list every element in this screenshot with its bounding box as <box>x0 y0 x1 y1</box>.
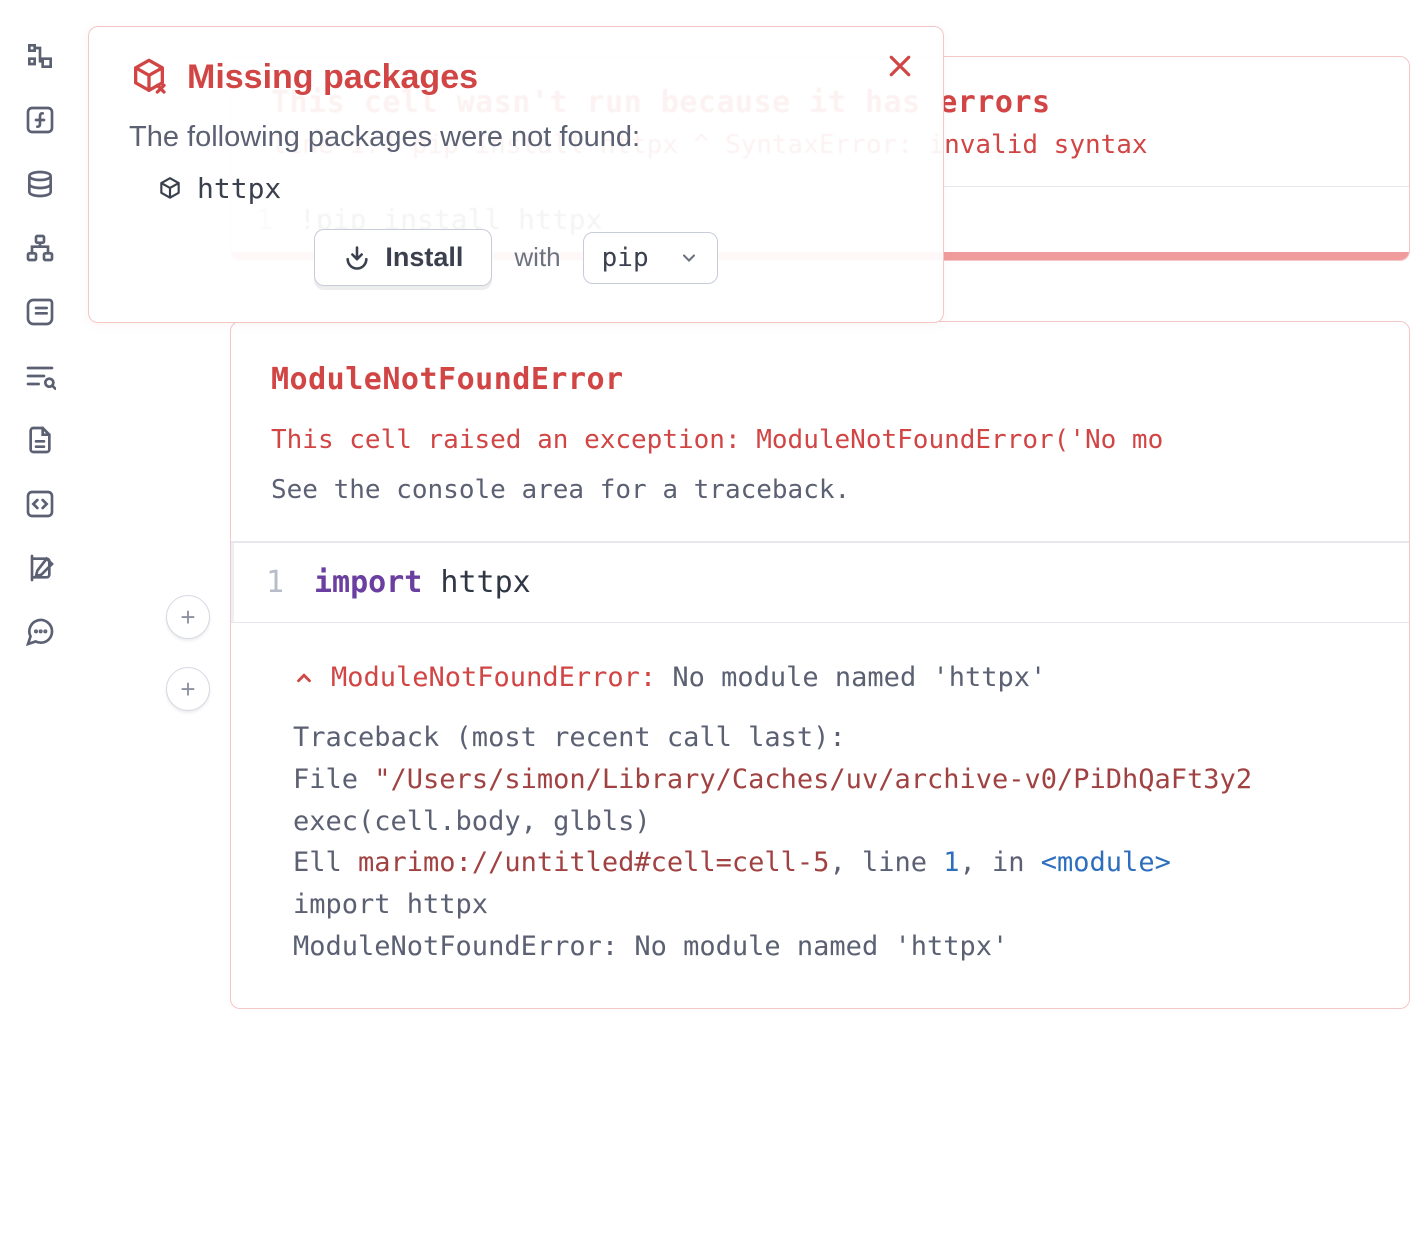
modal-title: Missing packages <box>187 58 478 97</box>
graph-icon[interactable] <box>22 230 58 266</box>
installer-select[interactable]: pip <box>583 232 718 284</box>
package-item: httpx <box>157 172 903 205</box>
cell2-error-title: ModuleNotFoundError <box>271 362 1369 397</box>
install-button[interactable]: Install <box>314 229 492 286</box>
cell2-code-row[interactable]: 1 import httpx <box>231 543 1409 622</box>
add-cell-above-button[interactable]: + <box>166 595 210 639</box>
cell-module-error: ModuleNotFoundError This cell raised an … <box>230 321 1410 1009</box>
code-text: httpx <box>422 565 530 600</box>
missing-packages-modal: Missing packages The following packages … <box>88 26 944 323</box>
document-icon[interactable] <box>22 422 58 458</box>
modal-actions: Install with pip <box>129 229 903 286</box>
error-detail: No module named 'httpx' <box>656 662 1046 693</box>
with-label: with <box>514 242 560 273</box>
function-icon[interactable] <box>22 102 58 138</box>
keyword: import <box>314 565 422 600</box>
scroll-icon[interactable] <box>22 294 58 330</box>
tb-final: ModuleNotFoundError: No module named 'ht… <box>293 926 1369 968</box>
error-name: ModuleNotFoundError: <box>331 662 656 693</box>
line-number: 1 <box>264 565 284 600</box>
package-icon <box>157 176 183 202</box>
tb-import: import httpx <box>293 884 1369 926</box>
scratchpad-icon[interactable] <box>22 550 58 586</box>
cell2-error-hint: See the console area for a traceback. <box>231 463 1409 541</box>
tree-icon[interactable] <box>22 38 58 74</box>
modal-subtitle: The following packages were not found: <box>129 121 903 154</box>
installer-selected: pip <box>602 243 649 273</box>
close-button[interactable] <box>885 51 915 81</box>
add-cell-buttons: + + <box>166 595 210 711</box>
traceback: ModuleNotFoundError: No module named 'ht… <box>231 623 1409 1008</box>
chevron-up-icon <box>293 667 315 689</box>
chat-icon[interactable] <box>22 614 58 650</box>
add-cell-below-button[interactable]: + <box>166 667 210 711</box>
sidebar <box>0 0 80 1254</box>
database-icon[interactable] <box>22 166 58 202</box>
install-label: Install <box>385 242 463 273</box>
package-name: httpx <box>197 172 281 205</box>
cell2-error-msg: This cell raised an exception: ModuleNot… <box>231 397 1409 463</box>
chevron-down-icon <box>679 248 699 268</box>
download-icon <box>343 244 371 272</box>
cell2-code: import httpx <box>314 565 531 600</box>
code-icon[interactable] <box>22 486 58 522</box>
tb-cell-line: Ell marimo://untitled#cell=cell-5, line … <box>293 842 1369 884</box>
tb-file-line: File "/Users/simon/Library/Caches/uv/arc… <box>293 759 1369 801</box>
filter-search-icon[interactable] <box>22 358 58 394</box>
tb-exec: exec(cell.body, glbls) <box>293 801 1369 843</box>
package-missing-icon <box>129 57 169 97</box>
tb-head: Traceback (most recent call last): <box>293 717 1369 759</box>
traceback-toggle[interactable]: ModuleNotFoundError: No module named 'ht… <box>293 657 1369 699</box>
